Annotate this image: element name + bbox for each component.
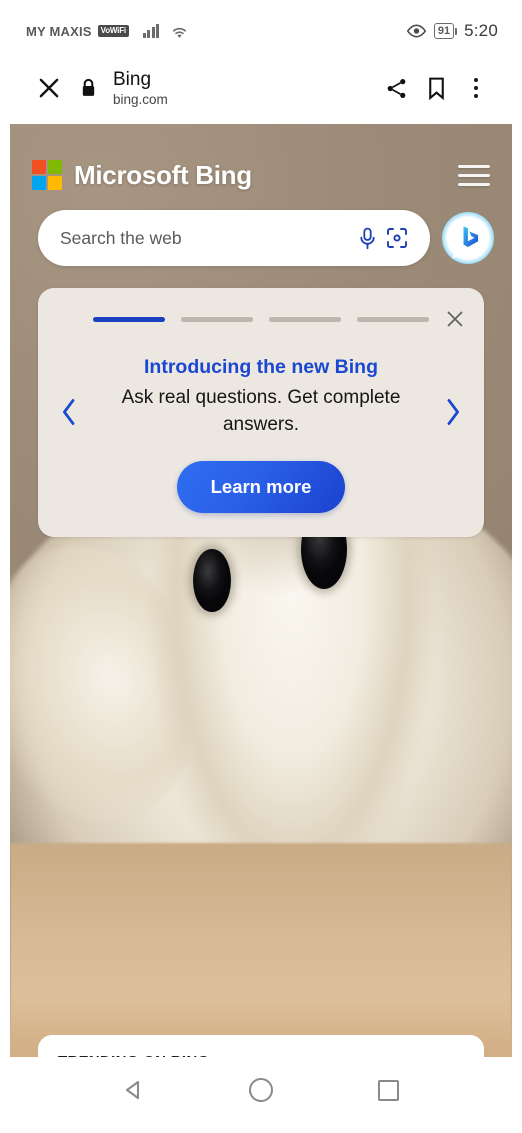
signal-bars-icon [142,24,160,38]
status-bar-left: MY MAXIS VoWiFi [26,24,189,39]
battery-level: 91 [433,23,455,39]
learn-more-button[interactable]: Learn more [176,460,346,513]
daily-wallpaper-image [10,124,512,1123]
microsoft-logo-icon [32,160,62,190]
carousel-dot-3[interactable] [269,316,341,322]
bing-site-header: Microsoft Bing [10,124,512,202]
carousel-dot-4[interactable] [357,316,429,322]
bing-homepage-webview: Microsoft Bing Search the web Introducin… [10,124,512,1123]
browser-toolbar: Bing bing.com [10,52,512,124]
site-title: Bing [113,69,152,91]
search-input[interactable]: Search the web [38,210,430,266]
bookmark-icon[interactable] [416,68,456,108]
android-navigation-bar [10,1057,512,1123]
carousel-dot-2[interactable] [181,316,253,322]
clock-label: 5:20 [464,21,498,40]
promo-carousel-card: Introducing the new Bing Ask real questi… [38,288,484,537]
search-row: Search the web [10,202,512,266]
eye-icon [406,24,427,38]
status-bar: MY MAXIS VoWiFi 91 5:20 [10,10,512,52]
battery-icon: 91 [433,23,458,39]
promo-body-row: Ask real questions. Get complete answers… [54,385,468,439]
bing-chat-icon [447,217,489,259]
nav-home-button[interactable] [238,1067,284,1113]
share-icon[interactable] [376,68,416,108]
visual-search-icon[interactable] [382,226,412,250]
promo-body-text: Ask real questions. Get complete answers… [121,387,401,435]
phone-screenshot: MY MAXIS VoWiFi 91 5:20 Bing bing.com Mi… [0,0,522,1133]
carousel-controls [54,306,468,332]
dismiss-promo-button[interactable] [442,306,468,332]
microphone-icon[interactable] [352,227,382,250]
back-triangle-icon [125,1080,139,1100]
bing-chat-button[interactable] [442,212,494,264]
carousel-dot-1[interactable] [93,316,165,322]
close-tab-button[interactable] [32,71,66,105]
home-circle-icon [248,1078,273,1102]
lock-icon [80,78,97,98]
device-screen: MY MAXIS VoWiFi 91 5:20 Bing bing.com Mi… [10,10,512,1123]
status-bar-right: 91 5:20 [406,21,498,41]
nav-recents-button[interactable] [365,1067,411,1113]
search-placeholder: Search the web [60,227,182,248]
recents-square-icon [377,1079,399,1101]
kebab-menu-icon [473,77,479,99]
site-identity: Bing bing.com [113,69,168,106]
site-domain: bing.com [113,91,168,107]
carousel-next-button[interactable] [438,397,468,427]
carousel-prev-button[interactable] [54,397,84,427]
promo-title: Introducing the new Bing [144,356,378,378]
carrier-label: MY MAXIS [26,23,92,39]
hamburger-menu-icon[interactable] [458,164,490,186]
brand-title: Microsoft Bing [74,159,252,190]
wifi-icon [170,24,189,39]
overflow-menu-button[interactable] [456,68,496,108]
nav-back-button[interactable] [111,1067,157,1113]
carousel-progress-indicators [54,316,442,322]
vowifi-badge: VoWiFi [97,25,129,37]
